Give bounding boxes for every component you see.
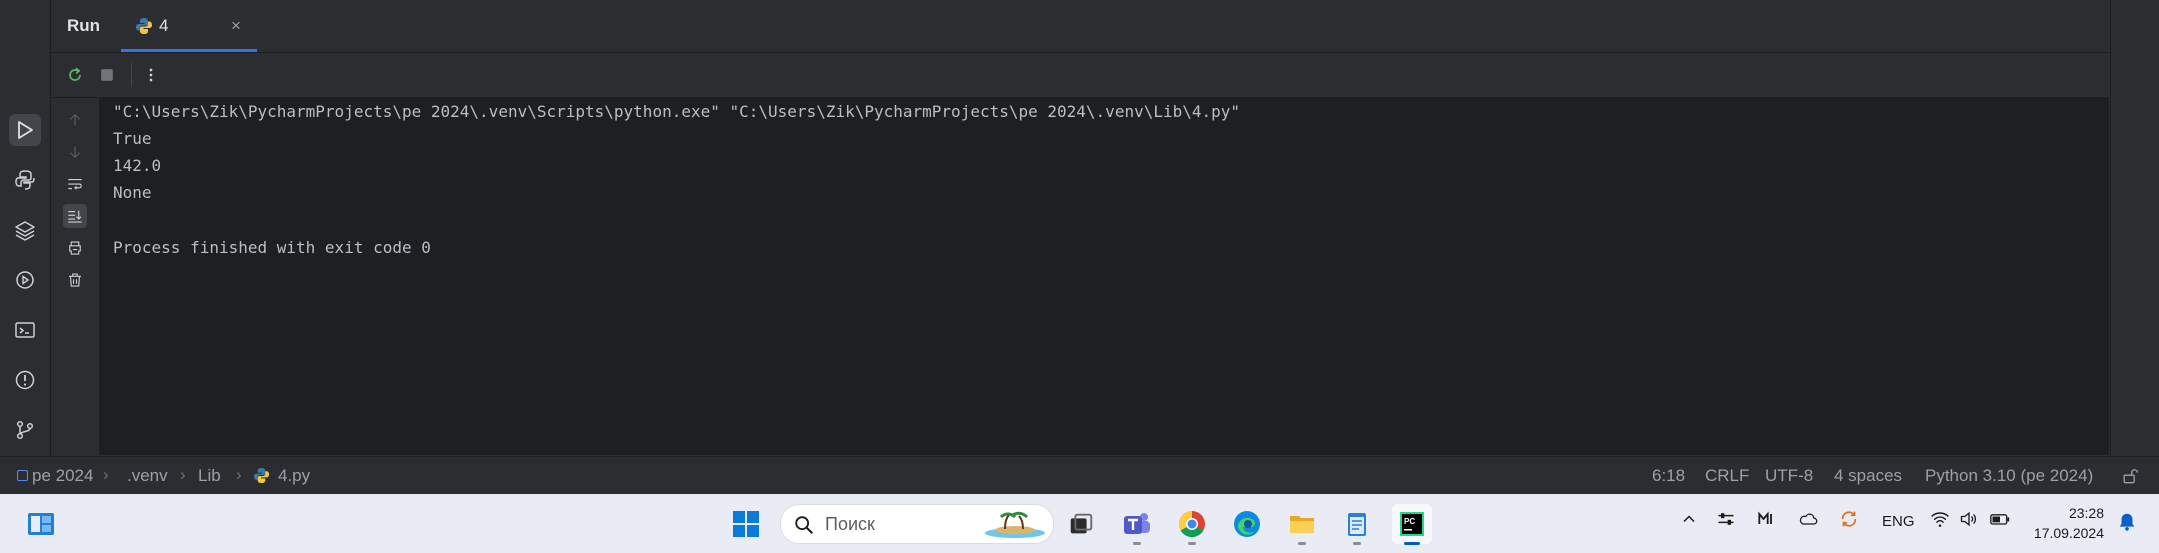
- chrome-icon[interactable]: [1172, 504, 1212, 545]
- console-line: None: [113, 183, 152, 202]
- sync-icon[interactable]: [1838, 508, 1860, 535]
- breadcrumb-lib[interactable]: Lib: [198, 466, 221, 486]
- python-interpreter[interactable]: Python 3.10 (pe 2024): [1925, 466, 2093, 486]
- console-output[interactable]: "C:\Users\Zik\PycharmProjects\pe 2024\.v…: [100, 98, 2109, 455]
- print-icon[interactable]: [63, 236, 87, 260]
- app-tray-icon[interactable]: [1756, 509, 1776, 534]
- notepad-icon[interactable]: [1337, 504, 1377, 545]
- close-icon[interactable]: ×: [231, 16, 241, 36]
- console-line: True: [113, 129, 152, 148]
- status-bar: pe 2024 › .venv › Lib › 4.py 6:18 CRLF U…: [0, 456, 2159, 495]
- running-indicator: [1188, 542, 1196, 545]
- console-line: 142.0: [113, 156, 162, 175]
- line-separator[interactable]: CRLF: [1705, 466, 1749, 486]
- tab-label: 4: [159, 16, 169, 35]
- task-view-icon[interactable]: [1061, 504, 1101, 544]
- indent-setting[interactable]: 4 spaces: [1834, 466, 1902, 486]
- breadcrumb-venv[interactable]: .venv: [127, 466, 168, 486]
- tab-run-4[interactable]: 4 ×: [121, 0, 257, 52]
- notification-bell-icon[interactable]: [2116, 511, 2138, 538]
- volume-icon[interactable]: [1959, 509, 1979, 534]
- start-windows-icon[interactable]: [726, 504, 766, 544]
- run-toolwindow-header: Run 4 ×: [51, 0, 2109, 53]
- clock-time[interactable]: 23:28: [2069, 505, 2104, 521]
- python-file-icon: [253, 467, 270, 489]
- pycharm-icon[interactable]: PC: [1392, 504, 1432, 545]
- console-line: "C:\Users\Zik\PycharmProjects\pe 2024\.v…: [113, 102, 1241, 121]
- console-gutter: [51, 98, 100, 455]
- activity-bar: [0, 0, 51, 456]
- layers-icon[interactable]: [9, 214, 41, 246]
- windows-taskbar: Поиск PC ENG 23:28 17.09.2024: [0, 494, 2159, 553]
- rerun-icon[interactable]: [63, 63, 87, 87]
- chevron-right-icon: ›: [180, 465, 186, 484]
- toolbar-divider: [131, 63, 132, 87]
- chevron-right-icon: ›: [103, 465, 109, 484]
- git-icon[interactable]: [9, 414, 41, 446]
- file-explorer-icon[interactable]: [1282, 504, 1322, 545]
- edge-icon[interactable]: [1227, 504, 1267, 544]
- down-arrow-icon[interactable]: [63, 140, 87, 164]
- running-indicator: [1298, 542, 1306, 545]
- console-line: Process finished with exit code 0: [113, 238, 431, 257]
- active-indicator: [1404, 542, 1420, 545]
- run-icon[interactable]: [9, 114, 41, 146]
- clock-date[interactable]: 17.09.2024: [2034, 525, 2104, 541]
- breadcrumb-project[interactable]: pe 2024: [32, 466, 93, 486]
- input-language[interactable]: ENG: [1882, 513, 1915, 530]
- toolwindow-title: Run: [67, 16, 101, 35]
- taskbar-search[interactable]: Поиск: [780, 504, 1054, 544]
- breadcrumb-file[interactable]: 4.py: [278, 466, 310, 486]
- caret-position[interactable]: 6:18: [1652, 466, 1685, 486]
- python-file-icon: [135, 17, 153, 35]
- island-highlight-icon: [983, 509, 1047, 544]
- run-toolbar: [51, 53, 2109, 98]
- teams-icon[interactable]: [1117, 504, 1157, 545]
- terminal-icon[interactable]: [9, 314, 41, 346]
- project-icon: [17, 470, 28, 481]
- stop-icon[interactable]: [95, 63, 119, 87]
- chevron-up-icon[interactable]: [1679, 509, 1699, 534]
- wifi-icon[interactable]: [1930, 509, 1950, 534]
- right-tool-strip: [2110, 0, 2159, 456]
- search-icon: [793, 514, 815, 541]
- lock-icon[interactable]: [2120, 466, 2140, 491]
- battery-icon[interactable]: [1989, 509, 2011, 534]
- running-indicator: [1133, 542, 1141, 545]
- python-console-icon[interactable]: [9, 164, 41, 196]
- running-indicator: [1353, 542, 1361, 545]
- services-icon[interactable]: [9, 264, 41, 296]
- svg-text:PC: PC: [1404, 517, 1415, 526]
- more-icon[interactable]: [139, 63, 163, 87]
- soft-wrap-icon[interactable]: [63, 172, 87, 196]
- chevron-right-icon: ›: [236, 465, 242, 484]
- tab-active-indicator: [121, 49, 257, 52]
- file-encoding[interactable]: UTF-8: [1765, 466, 1813, 486]
- settings-sliders-icon[interactable]: [1716, 509, 1736, 534]
- widgets-icon[interactable]: [21, 504, 61, 544]
- up-arrow-icon[interactable]: [63, 108, 87, 132]
- trash-icon[interactable]: [63, 268, 87, 292]
- problems-icon[interactable]: [9, 364, 41, 396]
- search-placeholder: Поиск: [825, 514, 875, 534]
- scroll-to-end-icon[interactable]: [63, 204, 87, 228]
- onedrive-icon[interactable]: [1797, 509, 1819, 534]
